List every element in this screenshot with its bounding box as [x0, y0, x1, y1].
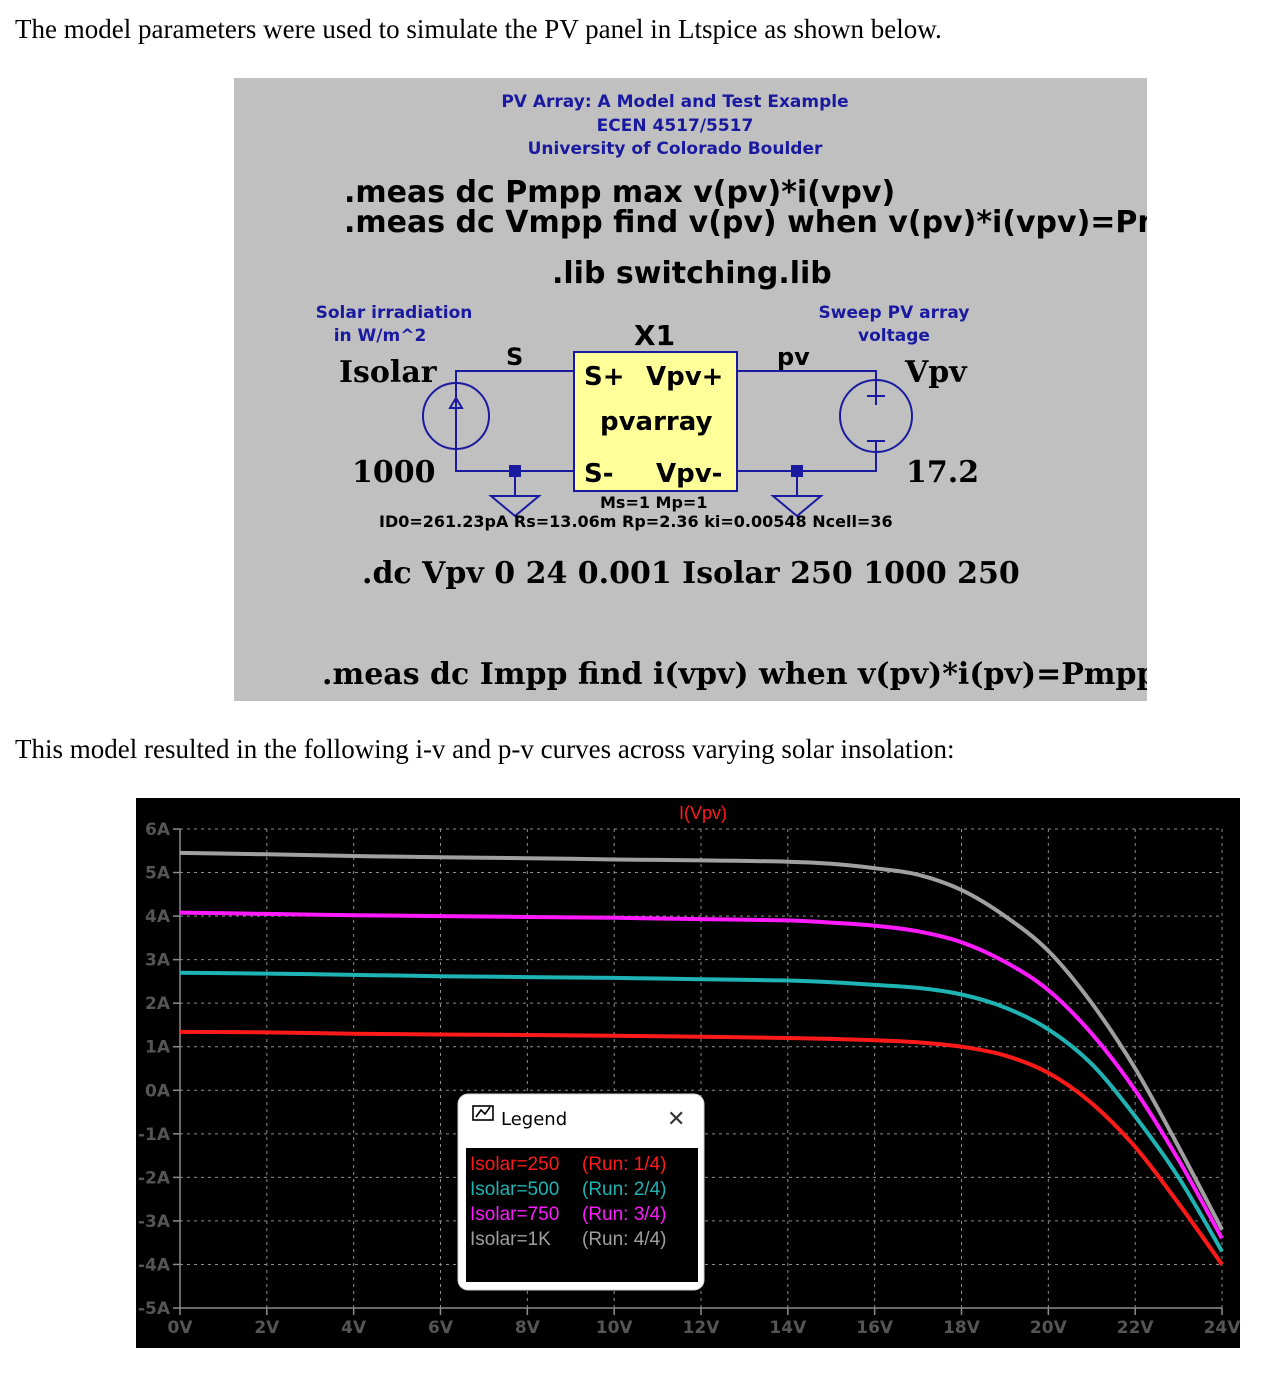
legend-item-run: (Run: 3/4): [582, 1204, 666, 1225]
block-params-line2: ID0=261.23pA Rs=13.06m Rp=2.36 ki=0.0054…: [379, 512, 893, 531]
y-tick-label: -3A: [138, 1212, 171, 1232]
y-tick-label: 2A: [145, 994, 171, 1014]
y-tick-label: 3A: [145, 951, 171, 971]
x-tick-label: 12V: [683, 1318, 721, 1338]
meas-vmpp-directive: .meas dc Vmpp find v(pv) when v(pv)*i(vp…: [344, 205, 1147, 240]
legend-item-run: (Run: 1/4): [582, 1154, 666, 1175]
y-tick-label: -4A: [138, 1255, 171, 1275]
block-params-line1: Ms=1 Mp=1: [600, 493, 707, 512]
x-tick-label: 8V: [515, 1318, 541, 1338]
legend-close-button[interactable]: ✕: [667, 1107, 685, 1132]
isolar-name: Isolar: [339, 355, 438, 390]
sweep-comment-line1: Sweep PV array: [819, 303, 970, 323]
sweep-comment-line2: voltage: [858, 326, 930, 346]
net-label-pv: pv: [777, 343, 810, 371]
x-tick-label: 2V: [254, 1318, 280, 1338]
x-tick-label: 16V: [856, 1318, 894, 1338]
legend-item-label: Isolar=1K: [470, 1229, 551, 1250]
pin-vpv-plus: Vpv+: [646, 362, 723, 392]
y-tick-label: -2A: [138, 1168, 171, 1188]
legend-title: Legend: [501, 1109, 567, 1130]
pin-s-minus: S-: [584, 459, 614, 489]
intro-paragraph: The model parameters were used to simula…: [15, 14, 942, 44]
pin-vpv-minus: Vpv-: [656, 459, 722, 489]
vpv-value: 17.2: [906, 455, 979, 490]
pin-s-plus: S+: [584, 362, 625, 392]
x-tick-label: 0V: [168, 1318, 194, 1338]
legend-item-label: Isolar=500: [470, 1179, 559, 1200]
block-name: pvarray: [600, 407, 712, 437]
irradiation-comment-line2: in W/m^2: [334, 326, 427, 346]
irradiation-comment-line1: Solar irradiation: [316, 303, 473, 323]
y-tick-label: 6A: [145, 820, 171, 840]
x-tick-label: 10V: [596, 1318, 634, 1338]
y-tick-label: 4A: [145, 907, 171, 927]
x-tick-label: 4V: [341, 1318, 367, 1338]
legend-window[interactable]: Legend ✕ Isolar=250 (Run: 1/4) Isolar=500 (…: [457, 1093, 705, 1291]
x-tick-label: 14V: [769, 1318, 807, 1338]
legend-item-label: Isolar=750: [470, 1204, 559, 1225]
dc-sweep-directive: .dc Vpv 0 24 0.001 Isolar 250 1000 250: [362, 556, 1020, 591]
result-paragraph: This model resulted in the following i-v…: [15, 734, 955, 764]
y-tick-label: 0A: [145, 1081, 171, 1101]
legend-item-run: (Run: 2/4): [582, 1179, 666, 1200]
header-course: ECEN 4517/5517: [597, 116, 754, 136]
net-label-s: S: [506, 343, 523, 371]
y-tick-label: -5A: [138, 1299, 171, 1319]
legend-item-label: Isolar=250: [470, 1154, 559, 1175]
header-university: University of Colorado Boulder: [528, 139, 823, 159]
x-tick-label: 18V: [943, 1318, 981, 1338]
y-tick-label: 5A: [145, 864, 171, 884]
iv-curve-plot: 0V 2V 4V 6V 8V 10V 12V 14V 16V 18V 20V 22V 24V 6A 5A 4…: [0, 796, 1279, 1381]
legend-item-run: (Run: 4/4): [582, 1229, 666, 1250]
y-tick-label: -1A: [138, 1125, 171, 1145]
plot-title: I(Vpv): [679, 803, 727, 823]
lib-directive: .lib switching.lib: [552, 256, 832, 291]
isolar-value: 1000: [352, 455, 436, 490]
block-reference: X1: [634, 319, 675, 352]
x-tick-label: 6V: [428, 1318, 454, 1338]
header-title: PV Array: A Model and Test Example: [501, 92, 848, 112]
x-tick-label: 24V: [1204, 1318, 1242, 1338]
x-tick-label: 20V: [1030, 1318, 1068, 1338]
y-tick-label: 1A: [145, 1038, 171, 1058]
x-tick-label: 22V: [1117, 1318, 1155, 1338]
meas-impp-directive: .meas dc Impp find i(vpv) when v(pv)*i(p…: [322, 657, 1147, 692]
vpv-name: Vpv: [904, 355, 968, 390]
ltspice-schematic: PV Array: A Model and Test Example ECEN …: [234, 78, 1147, 701]
